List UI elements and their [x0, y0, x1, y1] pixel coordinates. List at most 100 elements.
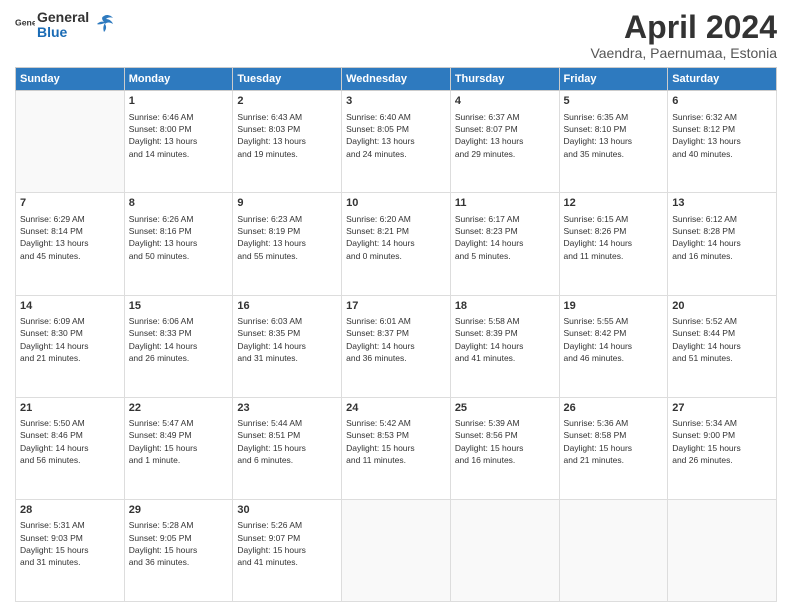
- sunrise-text: Sunrise: 6:17 AM: [455, 213, 555, 225]
- day-number: 26: [564, 401, 664, 416]
- subtitle: Vaendra, Paernumaa, Estonia: [590, 45, 777, 61]
- calendar-cell: 13Sunrise: 6:12 AMSunset: 8:28 PMDayligh…: [668, 193, 777, 295]
- day-info: Sunrise: 6:06 AMSunset: 8:33 PMDaylight:…: [129, 315, 229, 364]
- weekday-header: Saturday: [668, 68, 777, 91]
- sunrise-text: Sunrise: 5:28 AM: [129, 519, 229, 531]
- daylight-text: and 26 minutes.: [129, 352, 229, 364]
- day-number: 14: [20, 299, 120, 314]
- logo: General General Blue: [15, 10, 115, 41]
- sunset-text: Sunset: 8:44 PM: [672, 327, 772, 339]
- calendar-cell: 22Sunrise: 5:47 AMSunset: 8:49 PMDayligh…: [124, 397, 233, 499]
- calendar-cell: [450, 499, 559, 601]
- daylight-text: Daylight: 15 hours: [129, 442, 229, 454]
- daylight-text: Daylight: 14 hours: [237, 340, 337, 352]
- sunset-text: Sunset: 8:03 PM: [237, 123, 337, 135]
- daylight-text: Daylight: 15 hours: [672, 442, 772, 454]
- day-info: Sunrise: 5:26 AMSunset: 9:07 PMDaylight:…: [237, 519, 337, 568]
- day-number: 27: [672, 401, 772, 416]
- title-block: April 2024 Vaendra, Paernumaa, Estonia: [590, 10, 777, 61]
- sunrise-text: Sunrise: 6:32 AM: [672, 111, 772, 123]
- sunrise-text: Sunrise: 6:26 AM: [129, 213, 229, 225]
- daylight-text: Daylight: 13 hours: [564, 135, 664, 147]
- main-title: April 2024: [590, 10, 777, 45]
- sunset-text: Sunset: 8:21 PM: [346, 225, 446, 237]
- calendar-cell: 20Sunrise: 5:52 AMSunset: 8:44 PMDayligh…: [668, 295, 777, 397]
- calendar-cell: 28Sunrise: 5:31 AMSunset: 9:03 PMDayligh…: [16, 499, 125, 601]
- sunset-text: Sunset: 9:07 PM: [237, 532, 337, 544]
- sunrise-text: Sunrise: 6:43 AM: [237, 111, 337, 123]
- day-info: Sunrise: 6:32 AMSunset: 8:12 PMDaylight:…: [672, 111, 772, 160]
- day-info: Sunrise: 6:40 AMSunset: 8:05 PMDaylight:…: [346, 111, 446, 160]
- day-number: 18: [455, 299, 555, 314]
- daylight-text: Daylight: 14 hours: [455, 340, 555, 352]
- day-number: 28: [20, 503, 120, 518]
- daylight-text: and 51 minutes.: [672, 352, 772, 364]
- sunrise-text: Sunrise: 6:12 AM: [672, 213, 772, 225]
- daylight-text: Daylight: 14 hours: [20, 340, 120, 352]
- sunrise-text: Sunrise: 6:03 AM: [237, 315, 337, 327]
- weekday-header: Sunday: [16, 68, 125, 91]
- sunset-text: Sunset: 8:49 PM: [129, 429, 229, 441]
- sunrise-text: Sunrise: 6:20 AM: [346, 213, 446, 225]
- daylight-text: and 26 minutes.: [672, 454, 772, 466]
- day-number: 16: [237, 299, 337, 314]
- sunset-text: Sunset: 8:56 PM: [455, 429, 555, 441]
- daylight-text: Daylight: 14 hours: [129, 340, 229, 352]
- daylight-text: Daylight: 15 hours: [129, 544, 229, 556]
- day-number: 30: [237, 503, 337, 518]
- daylight-text: and 29 minutes.: [455, 148, 555, 160]
- logo-bird-icon: [93, 12, 115, 34]
- daylight-text: and 16 minutes.: [455, 454, 555, 466]
- sunrise-text: Sunrise: 6:29 AM: [20, 213, 120, 225]
- day-info: Sunrise: 5:55 AMSunset: 8:42 PMDaylight:…: [564, 315, 664, 364]
- calendar-cell: 7Sunrise: 6:29 AMSunset: 8:14 PMDaylight…: [16, 193, 125, 295]
- day-number: 24: [346, 401, 446, 416]
- day-number: 1: [129, 94, 229, 109]
- calendar-week-row: 28Sunrise: 5:31 AMSunset: 9:03 PMDayligh…: [16, 499, 777, 601]
- day-info: Sunrise: 6:20 AMSunset: 8:21 PMDaylight:…: [346, 213, 446, 262]
- sunrise-text: Sunrise: 5:34 AM: [672, 417, 772, 429]
- daylight-text: and 31 minutes.: [20, 556, 120, 568]
- logo-general: General: [37, 10, 89, 25]
- calendar-cell: 11Sunrise: 6:17 AMSunset: 8:23 PMDayligh…: [450, 193, 559, 295]
- calendar-week-row: 14Sunrise: 6:09 AMSunset: 8:30 PMDayligh…: [16, 295, 777, 397]
- day-info: Sunrise: 5:39 AMSunset: 8:56 PMDaylight:…: [455, 417, 555, 466]
- day-info: Sunrise: 5:52 AMSunset: 8:44 PMDaylight:…: [672, 315, 772, 364]
- day-info: Sunrise: 5:58 AMSunset: 8:39 PMDaylight:…: [455, 315, 555, 364]
- daylight-text: and 6 minutes.: [237, 454, 337, 466]
- daylight-text: Daylight: 13 hours: [237, 237, 337, 249]
- day-info: Sunrise: 5:36 AMSunset: 8:58 PMDaylight:…: [564, 417, 664, 466]
- daylight-text: and 36 minutes.: [129, 556, 229, 568]
- sunset-text: Sunset: 8:12 PM: [672, 123, 772, 135]
- calendar-cell: 10Sunrise: 6:20 AMSunset: 8:21 PMDayligh…: [342, 193, 451, 295]
- day-number: 19: [564, 299, 664, 314]
- day-info: Sunrise: 6:01 AMSunset: 8:37 PMDaylight:…: [346, 315, 446, 364]
- calendar-cell: 30Sunrise: 5:26 AMSunset: 9:07 PMDayligh…: [233, 499, 342, 601]
- daylight-text: Daylight: 13 hours: [20, 237, 120, 249]
- sunrise-text: Sunrise: 6:23 AM: [237, 213, 337, 225]
- day-info: Sunrise: 5:50 AMSunset: 8:46 PMDaylight:…: [20, 417, 120, 466]
- daylight-text: and 46 minutes.: [564, 352, 664, 364]
- daylight-text: Daylight: 15 hours: [455, 442, 555, 454]
- calendar-cell: 18Sunrise: 5:58 AMSunset: 8:39 PMDayligh…: [450, 295, 559, 397]
- day-info: Sunrise: 5:42 AMSunset: 8:53 PMDaylight:…: [346, 417, 446, 466]
- day-info: Sunrise: 6:35 AMSunset: 8:10 PMDaylight:…: [564, 111, 664, 160]
- sunset-text: Sunset: 8:46 PM: [20, 429, 120, 441]
- weekday-header: Tuesday: [233, 68, 342, 91]
- daylight-text: Daylight: 13 hours: [455, 135, 555, 147]
- calendar-cell: 14Sunrise: 6:09 AMSunset: 8:30 PMDayligh…: [16, 295, 125, 397]
- sunrise-text: Sunrise: 5:52 AM: [672, 315, 772, 327]
- sunrise-text: Sunrise: 6:01 AM: [346, 315, 446, 327]
- sunset-text: Sunset: 8:14 PM: [20, 225, 120, 237]
- daylight-text: Daylight: 14 hours: [346, 237, 446, 249]
- daylight-text: and 11 minutes.: [346, 454, 446, 466]
- daylight-text: and 45 minutes.: [20, 250, 120, 262]
- daylight-text: and 41 minutes.: [237, 556, 337, 568]
- calendar-cell: 9Sunrise: 6:23 AMSunset: 8:19 PMDaylight…: [233, 193, 342, 295]
- daylight-text: Daylight: 14 hours: [672, 340, 772, 352]
- sunset-text: Sunset: 9:00 PM: [672, 429, 772, 441]
- day-info: Sunrise: 6:17 AMSunset: 8:23 PMDaylight:…: [455, 213, 555, 262]
- day-number: 12: [564, 196, 664, 211]
- sunset-text: Sunset: 8:05 PM: [346, 123, 446, 135]
- weekday-row: SundayMondayTuesdayWednesdayThursdayFrid…: [16, 68, 777, 91]
